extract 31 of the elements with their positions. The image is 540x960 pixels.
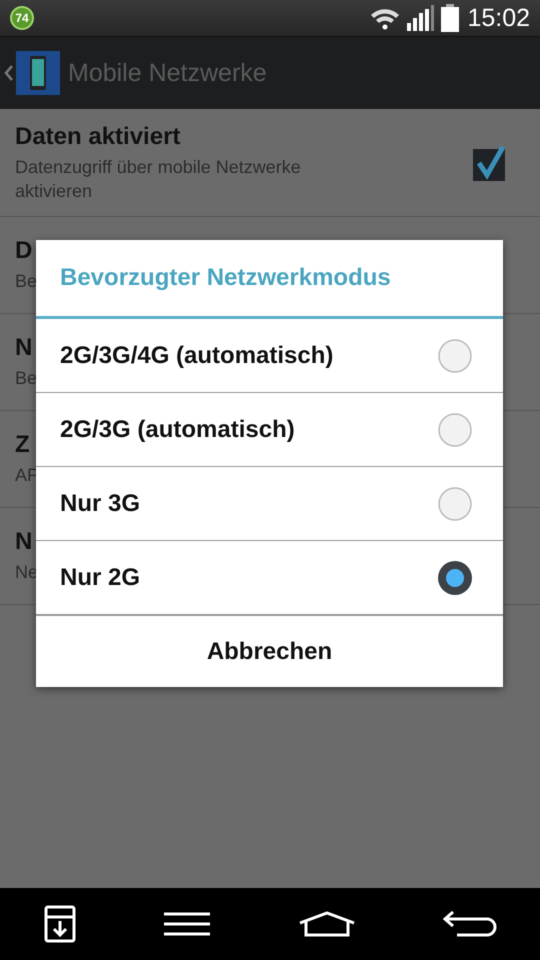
setting-title: Z [15,431,30,459]
battery-icon [441,4,460,32]
back-caret-icon[interactable] [4,64,14,82]
radio-button[interactable] [437,560,473,596]
option-label[interactable]: 2G/3G/4G (automatisch) [60,342,437,370]
setting-summary: Be [15,367,38,390]
radio-button[interactable] [437,338,473,374]
notes-icon[interactable] [44,905,76,943]
back-icon[interactable] [442,910,496,938]
setting-summary: Ne [15,561,38,584]
option-label[interactable]: 2G/3G (automatisch) [60,416,437,444]
setting-summary: Datenzugriff über mobile Netzwerke aktivieren [15,156,302,202]
setting-title: D [15,237,32,265]
option-label[interactable]: Nur 2G [60,564,437,592]
screen-title: Mobile Netzwerke [68,58,267,88]
notification-badge: 74 [10,6,34,30]
dialog-title: Bevorzugter Netzwerkmodus [36,240,503,319]
clock: 15:02 [467,4,530,32]
menu-icon[interactable] [162,912,210,936]
setting-title: N [15,528,32,556]
cancel-button[interactable]: Abbrechen [36,615,503,687]
home-icon[interactable] [298,911,356,937]
phone-icon [16,51,60,95]
signal-icon [407,5,436,31]
option-label[interactable]: Nur 3G [60,490,437,518]
radio-button[interactable] [437,412,473,448]
setting-summary: Be [15,270,38,293]
checkbox[interactable] [473,144,505,180]
setting-title: Daten aktiviert [15,122,180,150]
radio-button[interactable] [437,486,473,522]
setting-title: N [15,334,32,362]
